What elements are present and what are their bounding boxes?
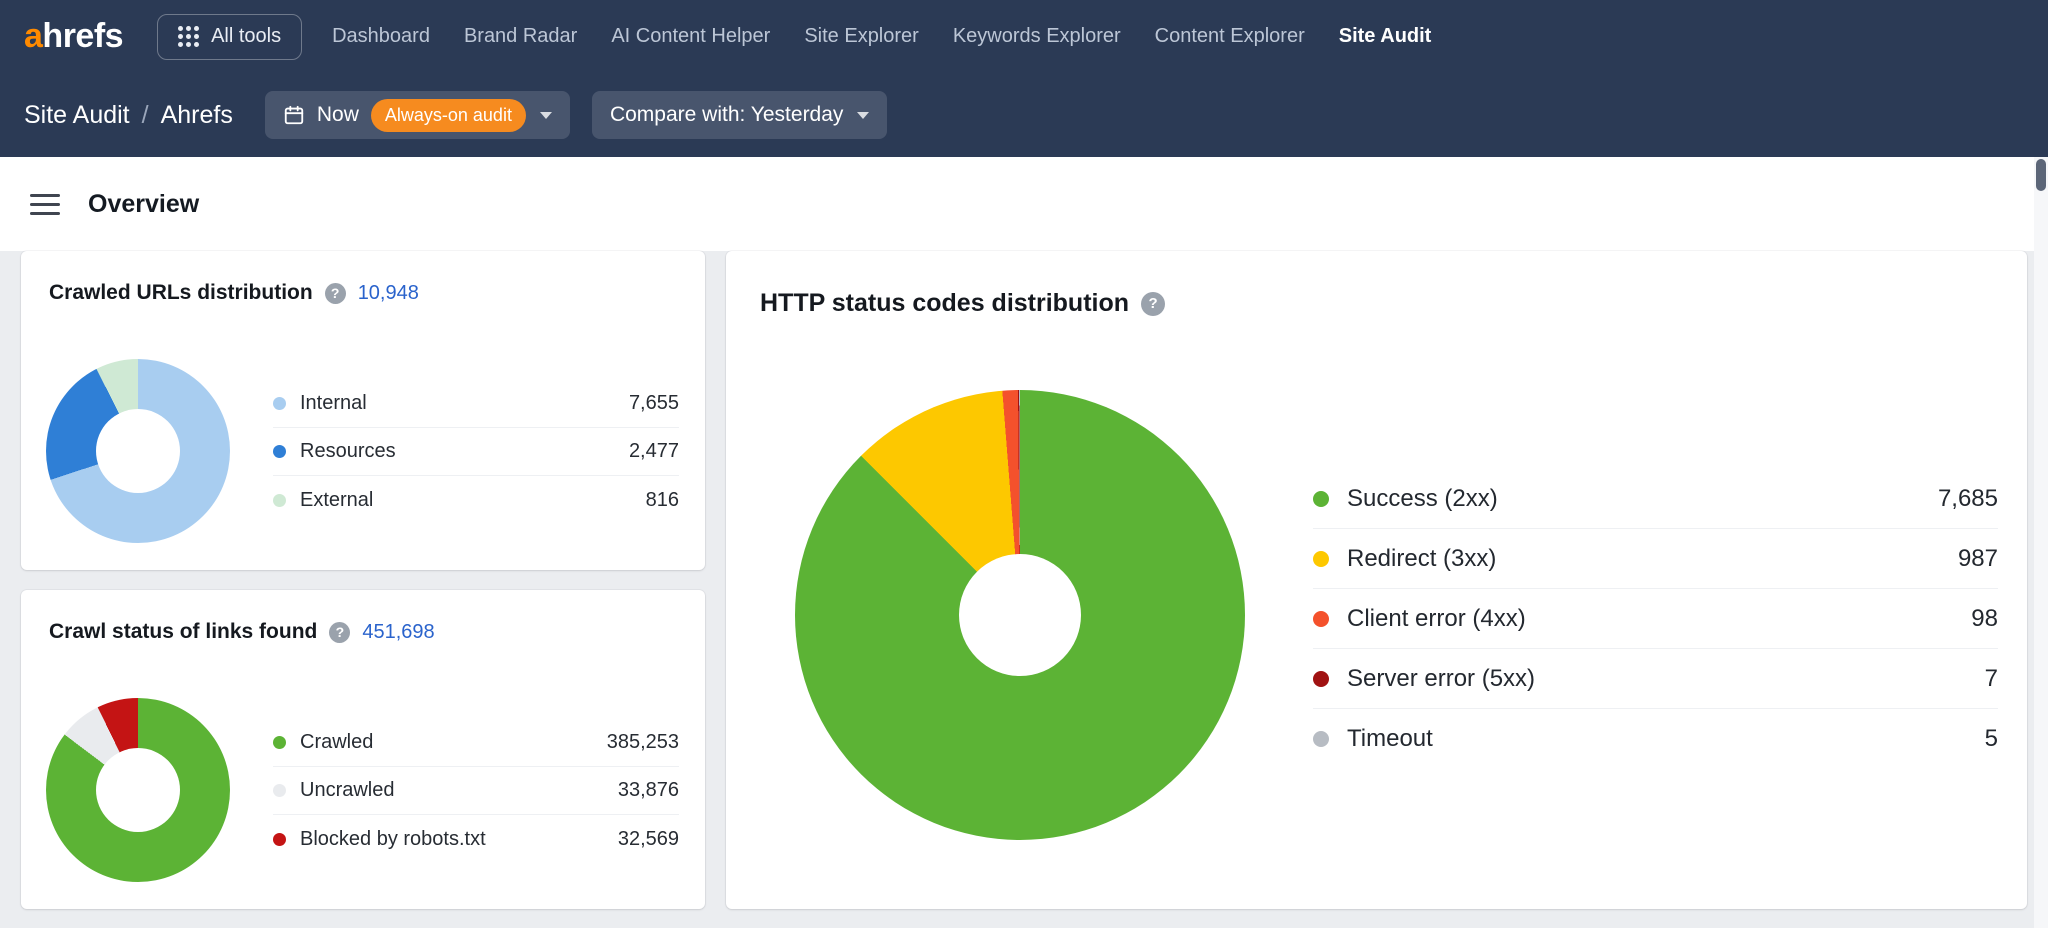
legend-label: Resources bbox=[300, 440, 629, 463]
http-status-donut-chart[interactable] bbox=[795, 390, 1245, 840]
legend-label: Timeout bbox=[1347, 725, 1985, 753]
legend-item-uncrawled[interactable]: Uncrawled 33,876 bbox=[273, 767, 679, 815]
legend-color-dot bbox=[273, 397, 286, 410]
card-header: Crawled URLs distribution ? 10,948 bbox=[21, 251, 705, 305]
legend-value: 7 bbox=[1985, 665, 1998, 693]
legend-label: Success (2xx) bbox=[1347, 485, 1938, 513]
page-header: Overview bbox=[0, 157, 2048, 251]
http-status-legend: Success (2xx) 7,685 Redirect (3xx) 987 C… bbox=[1313, 469, 1998, 769]
legend-value: 32,569 bbox=[618, 828, 679, 851]
date-picker-button[interactable]: Now Always-on audit bbox=[265, 91, 570, 139]
navbar-row-secondary: Site Audit / Ahrefs Now Always-on audit … bbox=[0, 73, 2048, 157]
legend-color-dot bbox=[1313, 611, 1329, 627]
scrollbar-track[interactable] bbox=[2034, 157, 2048, 928]
main-nav: Dashboard Brand Radar AI Content Helper … bbox=[332, 25, 1431, 48]
legend-label: Redirect (3xx) bbox=[1347, 545, 1958, 573]
nav-item-site-explorer[interactable]: Site Explorer bbox=[804, 25, 919, 48]
breadcrumb-separator: / bbox=[142, 101, 149, 130]
nav-item-brand-radar[interactable]: Brand Radar bbox=[464, 25, 577, 48]
card-http-status-codes: HTTP status codes distribution ? Success… bbox=[726, 251, 2027, 909]
legend-item-server-error-5xx[interactable]: Server error (5xx) 7 bbox=[1313, 649, 1998, 709]
compare-label: Compare with: Yesterday bbox=[610, 103, 843, 127]
date-label: Now bbox=[317, 103, 359, 127]
breadcrumb-project[interactable]: Ahrefs bbox=[161, 101, 233, 130]
legend-value: 98 bbox=[1971, 605, 1998, 633]
card-header: Crawl status of links found ? 451,698 bbox=[21, 590, 705, 644]
legend-color-dot bbox=[1313, 491, 1329, 507]
card-crawled-urls-distribution: Crawled URLs distribution ? 10,948 Inter… bbox=[21, 251, 705, 570]
crawled-urls-donut-chart[interactable] bbox=[46, 359, 230, 543]
help-icon[interactable]: ? bbox=[329, 622, 350, 643]
legend-item-internal[interactable]: Internal 7,655 bbox=[273, 380, 679, 428]
legend-label: Server error (5xx) bbox=[1347, 665, 1985, 693]
card-title: HTTP status codes distribution bbox=[760, 289, 1129, 318]
menu-icon[interactable] bbox=[30, 194, 60, 215]
nav-item-site-audit[interactable]: Site Audit bbox=[1339, 25, 1432, 48]
legend-label: Blocked by robots.txt bbox=[300, 828, 618, 851]
legend-item-blocked-robots[interactable]: Blocked by robots.txt 32,569 bbox=[273, 815, 679, 863]
legend-color-dot bbox=[273, 445, 286, 458]
legend-label: Internal bbox=[300, 392, 629, 415]
legend-color-dot bbox=[273, 784, 286, 797]
logo-rest: hrefs bbox=[42, 17, 123, 55]
legend-label: Client error (4xx) bbox=[1347, 605, 1971, 633]
card-crawl-status: Crawl status of links found ? 451,698 Cr… bbox=[21, 590, 705, 909]
nav-item-ai-content-helper[interactable]: AI Content Helper bbox=[611, 25, 770, 48]
help-icon[interactable]: ? bbox=[325, 283, 346, 304]
legend-value: 7,655 bbox=[629, 392, 679, 415]
card-header: HTTP status codes distribution ? bbox=[726, 251, 2027, 318]
legend-value: 5 bbox=[1985, 725, 1998, 753]
nav-item-keywords-explorer[interactable]: Keywords Explorer bbox=[953, 25, 1121, 48]
legend-item-redirect-3xx[interactable]: Redirect (3xx) 987 bbox=[1313, 529, 1998, 589]
legend-item-crawled[interactable]: Crawled 385,253 bbox=[273, 719, 679, 767]
legend-label: Crawled bbox=[300, 731, 607, 754]
nav-item-dashboard[interactable]: Dashboard bbox=[332, 25, 430, 48]
help-icon[interactable]: ? bbox=[1141, 292, 1165, 316]
nav-item-content-explorer[interactable]: Content Explorer bbox=[1155, 25, 1305, 48]
legend-item-resources[interactable]: Resources 2,477 bbox=[273, 428, 679, 476]
scrollbar-thumb[interactable] bbox=[2036, 159, 2046, 191]
legend-item-external[interactable]: External 816 bbox=[273, 476, 679, 524]
calendar-icon bbox=[283, 104, 305, 126]
card-title: Crawled URLs distribution bbox=[49, 281, 313, 305]
legend-color-dot bbox=[273, 736, 286, 749]
crawl-status-legend: Crawled 385,253 Uncrawled 33,876 Blocked… bbox=[273, 719, 679, 863]
card-title: Crawl status of links found bbox=[49, 620, 317, 644]
legend-value: 385,253 bbox=[607, 731, 679, 754]
legend-color-dot bbox=[1313, 731, 1329, 747]
crawl-status-total-link[interactable]: 451,698 bbox=[362, 621, 434, 644]
compare-with-button[interactable]: Compare with: Yesterday bbox=[592, 91, 887, 139]
legend-label: Uncrawled bbox=[300, 779, 618, 802]
legend-item-success-2xx[interactable]: Success (2xx) 7,685 bbox=[1313, 469, 1998, 529]
all-tools-label: All tools bbox=[211, 25, 281, 48]
ahrefs-logo[interactable]: ahrefs bbox=[24, 17, 123, 56]
legend-color-dot bbox=[273, 833, 286, 846]
legend-color-dot bbox=[1313, 671, 1329, 687]
legend-value: 987 bbox=[1958, 545, 1998, 573]
legend-color-dot bbox=[1313, 551, 1329, 567]
chevron-down-icon bbox=[540, 112, 552, 119]
logo-letter-a: a bbox=[24, 17, 42, 55]
legend-item-client-error-4xx[interactable]: Client error (4xx) 98 bbox=[1313, 589, 1998, 649]
crawled-urls-total-link[interactable]: 10,948 bbox=[358, 282, 419, 305]
crawl-status-donut-chart[interactable] bbox=[46, 698, 230, 882]
legend-value: 816 bbox=[646, 489, 679, 512]
breadcrumb-section[interactable]: Site Audit bbox=[24, 101, 130, 130]
breadcrumb: Site Audit / Ahrefs bbox=[24, 101, 233, 130]
crawled-urls-legend: Internal 7,655 Resources 2,477 External … bbox=[273, 380, 679, 524]
page-title: Overview bbox=[88, 190, 199, 219]
legend-value: 2,477 bbox=[629, 440, 679, 463]
grid-icon bbox=[178, 26, 199, 47]
top-navbar: ahrefs All tools Dashboard Brand Radar A… bbox=[0, 0, 2048, 157]
legend-item-timeout[interactable]: Timeout 5 bbox=[1313, 709, 1998, 769]
legend-label: External bbox=[300, 489, 646, 512]
navbar-row-primary: ahrefs All tools Dashboard Brand Radar A… bbox=[0, 0, 2048, 73]
all-tools-button[interactable]: All tools bbox=[157, 14, 302, 60]
legend-color-dot bbox=[273, 494, 286, 507]
legend-value: 33,876 bbox=[618, 779, 679, 802]
chevron-down-icon bbox=[857, 112, 869, 119]
always-on-audit-badge: Always-on audit bbox=[371, 99, 526, 132]
legend-value: 7,685 bbox=[1938, 485, 1998, 513]
